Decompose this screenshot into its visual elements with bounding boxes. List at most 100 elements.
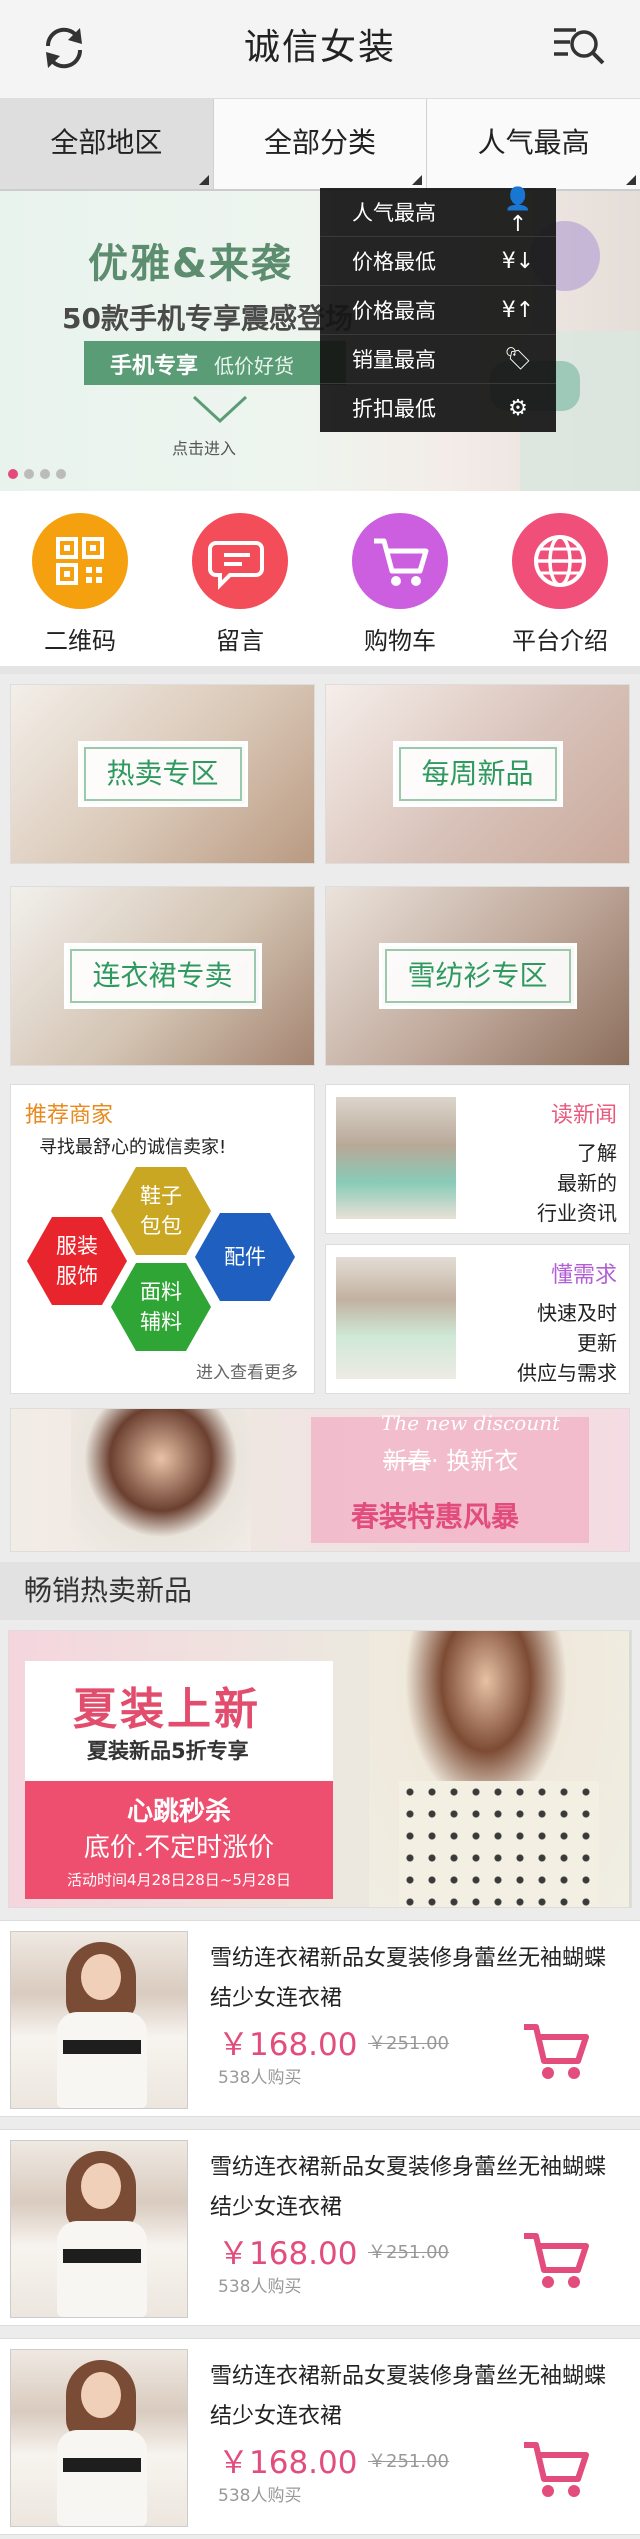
flash-sale-label: 心跳秒杀 (126, 1797, 231, 1827)
quick-menu: 二维码 留言 购物车 平台介绍 (0, 491, 640, 674)
summer-period: 活动时间4月28日28日~5月28日 (67, 1871, 291, 1889)
page-title: 诚信女装 (243, 27, 396, 68)
carousel-dot[interactable] (24, 469, 34, 479)
product-item[interactable]: 雪纺连衣裙新品女夏装修身蕾丝无袖蝴蝶结少女连衣裙 ￥168.00 ￥251.00… (0, 2338, 640, 2535)
news-title: 读新闻 (550, 1103, 617, 1128)
product-image (10, 2140, 188, 2318)
tile-dress[interactable]: 连衣裙专卖 (10, 886, 315, 1066)
category-filter[interactable]: 全部分类 (213, 99, 428, 189)
sort-filter[interactable]: 人气最高 (427, 99, 640, 189)
tile-label: 雪纺衫专区 (378, 943, 577, 1009)
banner-headline: 优雅&来袭 (88, 241, 293, 287)
carousel-dot[interactable] (56, 469, 66, 479)
spring-headline: 春装特惠风暴 (351, 1500, 520, 1533)
sort-option-popularity[interactable]: 人气最高 👤↑ (320, 187, 556, 237)
product-old-price: ￥251.00 (368, 2242, 449, 2263)
spring-subline: 新春· 换新衣 (383, 1441, 518, 1476)
product-image-detail (57, 2012, 147, 2108)
recommended-merchants[interactable]: 推荐商家 寻找最舒心的诚信卖家! 鞋子 包包 服装 服饰 配件 面料 辅料 进入… (10, 1084, 315, 1394)
globe-icon (512, 513, 608, 609)
carousel-dots (8, 469, 66, 479)
carousel-dot[interactable] (40, 469, 50, 479)
sort-filter-label: 人气最高 (477, 126, 590, 159)
merchant-more-link[interactable]: 进入查看更多 (196, 1358, 298, 1383)
demand-title: 懂需求 (550, 1263, 617, 1288)
product-item[interactable]: 雪纺连衣裙新品女夏装修身蕾丝无袖蝴蝶结少女连衣裙 ￥168.00 ￥251.00… (0, 1920, 640, 2117)
carousel-dot[interactable] (8, 469, 18, 479)
demand-line: 供应与需求 (517, 1361, 617, 1385)
product-sold-count: 538人购买 (218, 2486, 302, 2506)
top-bar: 诚信女装 (0, 0, 640, 99)
product-image (10, 1931, 188, 2109)
sort-option-label: 价格最低 (352, 250, 436, 274)
sort-dropdown-menu: 人气最高 👤↑ 价格最低 ¥↓ 价格最高 ¥↑ 销量最高 🏷 折扣最低 ⚙ (320, 187, 556, 432)
product-item[interactable]: 雪纺连衣裙新品女夏装修身蕾丝无袖蝴蝶结少女连衣裙 ￥168.00 ￥251.00… (0, 2129, 640, 2326)
dropdown-corner-icon (626, 175, 637, 185)
demand-line: 快速及时 (537, 1301, 617, 1325)
product-image-detail (63, 2249, 141, 2263)
sort-option-discount[interactable]: 折扣最低 ⚙ (320, 384, 556, 432)
merchant-title: 推荐商家 (25, 1103, 114, 1128)
hex-clothing[interactable]: 服装 服饰 (27, 1217, 127, 1305)
qrcode-icon (32, 513, 128, 609)
category-filter-label: 全部分类 (264, 126, 377, 159)
hex-fabric[interactable]: 面料 辅料 (111, 1263, 211, 1351)
product-old-price: ￥251.00 (368, 2033, 449, 2054)
region-filter-label: 全部地区 (50, 126, 163, 159)
merchant-news-section: 推荐商家 寻找最舒心的诚信卖家! 鞋子 包包 服装 服饰 配件 面料 辅料 进入… (10, 1084, 630, 1394)
quick-item-label: 二维码 (44, 627, 116, 655)
search-list-icon[interactable] (550, 20, 606, 76)
demand-line: 更新 (577, 1331, 617, 1355)
quick-item-message[interactable]: 留言 (160, 491, 320, 666)
spring-old-text: 新春 (383, 1447, 431, 1475)
quick-item-label: 平台介绍 (512, 627, 608, 655)
region-filter[interactable]: 全部地区 (0, 99, 214, 189)
product-price: ￥168.00 (218, 2236, 358, 2272)
spring-sale-banner[interactable]: The new discount 新春· 换新衣 春装特惠风暴 (10, 1408, 630, 1552)
banner-tag-light: 低价好货 (214, 354, 294, 378)
quick-item-qrcode[interactable]: 二维码 (0, 491, 160, 666)
summer-title: 夏装上新 (73, 1684, 261, 1735)
person-up-icon: 👤↑ (504, 187, 532, 237)
tile-weekly-new[interactable]: 每周新品 (325, 684, 630, 864)
product-name: 雪纺连衣裙新品女夏装修身蕾丝无袖蝴蝶结少女连衣裙 (210, 2364, 607, 2429)
banner-tag-bold: 手机专享 (110, 354, 199, 379)
message-icon (192, 513, 288, 609)
banner-enter-link[interactable]: 点击进入 (172, 435, 236, 459)
news-card[interactable]: 读新闻 了解 最新的 行业资讯 (325, 1084, 630, 1234)
summer-slogan: 底价.不定时涨价 (83, 1833, 275, 1863)
tile-label: 热卖专区 (77, 741, 248, 807)
summer-sale-banner[interactable]: 夏装上新 夏装新品5折专享 心跳秒杀 底价.不定时涨价 活动时间4月28日28日… (8, 1630, 632, 1908)
merchant-subtitle: 寻找最舒心的诚信卖家! (39, 1137, 227, 1158)
quick-item-cart[interactable]: 购物车 (320, 491, 480, 666)
product-image-detail (63, 2040, 141, 2054)
sort-option-label: 折扣最低 (352, 397, 436, 421)
product-image-detail (81, 2163, 121, 2209)
demand-card[interactable]: 懂需求 快速及时 更新 供应与需求 (325, 1244, 630, 1394)
summer-subtitle: 夏装新品5折专享 (87, 1739, 249, 1763)
discount-icon: ⚙ (508, 395, 528, 421)
dropdown-corner-icon (198, 175, 209, 185)
demand-thumbnail (336, 1257, 456, 1379)
model-photo (71, 1409, 251, 1551)
product-image-detail (81, 2372, 121, 2418)
promo-tiles: 热卖专区 每周新品 连衣裙专卖 雪纺衫专区 (0, 674, 640, 1066)
hex-shoes-bags[interactable]: 鞋子 包包 (111, 1167, 211, 1255)
product-image-detail (57, 2221, 147, 2317)
tile-label: 连衣裙专卖 (63, 943, 262, 1009)
sort-option-price-high[interactable]: 价格最高 ¥↑ (320, 286, 556, 335)
add-to-cart-icon[interactable] (520, 2228, 590, 2292)
sort-option-sales[interactable]: 销量最高 🏷 (320, 335, 556, 384)
product-old-price: ￥251.00 (368, 2451, 449, 2472)
hex-accessories[interactable]: 配件 (195, 1213, 295, 1301)
section-header: 畅销热卖新品 (0, 1562, 640, 1620)
news-thumbnail (336, 1097, 456, 1219)
product-name: 雪纺连衣裙新品女夏装修身蕾丝无袖蝴蝶结少女连衣裙 (210, 1946, 607, 2011)
add-to-cart-icon[interactable] (520, 2437, 590, 2501)
quick-item-about[interactable]: 平台介绍 (480, 491, 640, 666)
banner-subline: 50款手机专享震感登场 (62, 302, 353, 335)
tile-chiffon[interactable]: 雪纺衫专区 (325, 886, 630, 1066)
tile-hot-sale[interactable]: 热卖专区 (10, 684, 315, 864)
add-to-cart-icon[interactable] (520, 2019, 590, 2083)
sort-option-price-low[interactable]: 价格最低 ¥↓ (320, 237, 556, 286)
